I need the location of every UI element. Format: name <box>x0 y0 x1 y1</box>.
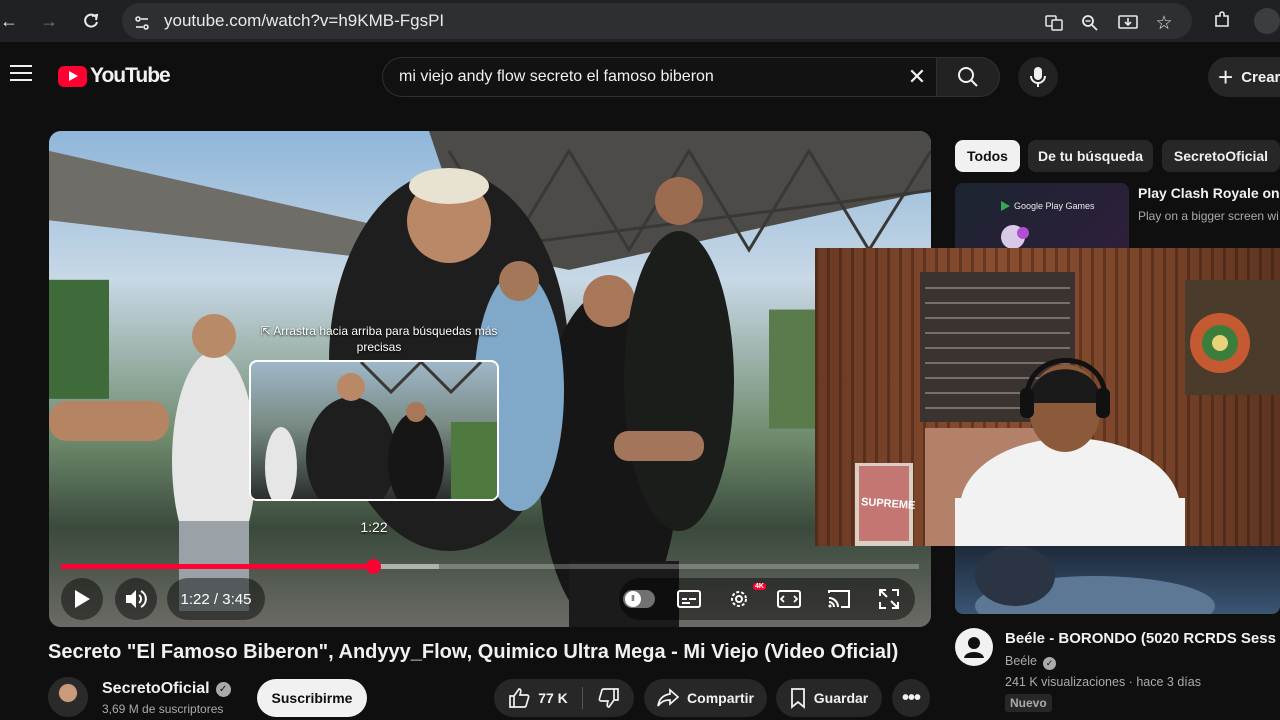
channel-avatar[interactable] <box>48 677 88 717</box>
quality-badge: 4K <box>753 583 766 590</box>
recommended-channel-name[interactable]: Beéle <box>1005 654 1037 668</box>
clear-search-icon[interactable]: ✕ <box>904 64 930 90</box>
ad-title[interactable]: Play Clash Royale on P <box>1138 185 1280 201</box>
fullscreen-icon[interactable] <box>877 587 901 611</box>
recommended-thumbnail-image <box>975 546 1215 614</box>
seek-preview-thumbnail <box>249 360 499 501</box>
browser-toolbar: ← → youtube.com/watch?v=h9KMB-FgsPI ☆ <box>0 0 1280 42</box>
chip-all[interactable]: Todos <box>955 140 1020 172</box>
more-dots-icon: ••• <box>901 686 921 709</box>
profile-avatar[interactable] <box>1254 8 1280 34</box>
subscribe-button[interactable]: Suscribirme <box>257 679 367 717</box>
more-actions-button[interactable]: ••• <box>892 679 930 717</box>
save-button[interactable]: Guardar <box>776 679 882 717</box>
zoom-icon[interactable] <box>1078 11 1102 35</box>
microphone-icon <box>1030 67 1046 87</box>
share-label: Compartir <box>687 690 754 706</box>
cast-icon[interactable] <box>827 587 851 611</box>
search-icon <box>958 67 978 87</box>
recommended-channel-avatar[interactable] <box>955 628 993 666</box>
theater-mode-icon[interactable] <box>777 587 801 611</box>
subtitles-icon[interactable] <box>677 587 701 611</box>
google-play-icon <box>1001 201 1010 211</box>
bookmark-star-icon[interactable]: ☆ <box>1152 11 1176 35</box>
subscriber-count: 3,69 M de suscriptores <box>102 702 224 716</box>
channel-logo-icon <box>964 637 984 658</box>
ad-description: Play on a bigger screen wi controls. Dow… <box>1138 209 1280 223</box>
share-icon <box>657 688 680 707</box>
preview-timestamp: 1:22 <box>360 519 388 535</box>
install-app-icon[interactable] <box>1116 11 1140 35</box>
webcam-overlay: SUPREME <box>815 248 1280 546</box>
youtube-play-icon <box>58 65 87 87</box>
google-play-games-label: Google Play Games <box>1001 201 1095 211</box>
recommended-thumbnail[interactable] <box>955 546 1280 614</box>
player-right-controls: 4K <box>619 578 915 620</box>
drag-hint-text: ⇱ Arrastra hacia arriba para búsquedas m… <box>260 324 498 354</box>
address-bar[interactable]: youtube.com/watch?v=h9KMB-FgsPI ☆ <box>122 3 1192 39</box>
video-title: Secreto "El Famoso Biberon", Andyyy_Flow… <box>48 641 899 663</box>
progress-fill <box>61 564 374 569</box>
bookmark-icon <box>790 688 805 709</box>
url-text[interactable]: youtube.com/watch?v=h9KMB-FgsPI <box>164 11 444 31</box>
youtube-header: YouTube mi viejo andy flow secreto el fa… <box>0 42 1280 112</box>
reload-icon[interactable] <box>78 8 104 34</box>
ad-brand: Google Play Games <box>1014 201 1095 211</box>
search-button[interactable] <box>936 57 1000 97</box>
site-settings-icon[interactable] <box>130 11 154 35</box>
volume-button[interactable] <box>115 578 157 620</box>
recommended-title[interactable]: Beéle - BORONDO (5020 RCRDS Sess <box>1005 630 1276 647</box>
extensions-icon[interactable] <box>1210 8 1234 32</box>
youtube-logo[interactable]: YouTube <box>58 64 171 88</box>
verified-check-icon: ✓ <box>1042 657 1056 670</box>
preview-image <box>265 362 497 499</box>
dislike-button[interactable] <box>583 679 634 717</box>
volume-icon <box>126 590 147 608</box>
search-query[interactable]: mi viejo andy flow secreto el famoso bib… <box>399 68 714 86</box>
channel-name[interactable]: SecretoOficial ✓ <box>102 680 231 698</box>
game-character-icon <box>1001 225 1029 249</box>
menu-icon[interactable] <box>10 65 32 83</box>
chip-channel[interactable]: SecretoOficial <box>1162 140 1280 172</box>
recommended-channel[interactable]: Beéle ✓ <box>1005 654 1056 670</box>
like-button[interactable]: 77 K <box>494 679 582 717</box>
verified-check-icon: ✓ <box>215 682 231 697</box>
thumbs-up-icon <box>509 688 530 708</box>
forward-icon[interactable]: → <box>36 8 62 34</box>
play-icon <box>75 590 90 608</box>
autoplay-toggle[interactable] <box>623 590 655 608</box>
share-button[interactable]: Compartir <box>644 679 767 717</box>
settings-gear-icon[interactable] <box>727 587 751 611</box>
like-dislike-group: 77 K <box>494 679 634 717</box>
new-badge: Nuevo <box>1005 694 1052 712</box>
video-player[interactable]: ⇱ Arrastra hacia arriba para búsquedas m… <box>49 131 931 627</box>
thumbs-down-icon <box>598 688 619 708</box>
ad-thumbnail[interactable]: Google Play Games <box>955 183 1129 249</box>
create-label: Crear <box>1241 68 1280 86</box>
channel-name-text[interactable]: SecretoOficial <box>102 680 210 697</box>
translate-icon[interactable] <box>1042 11 1066 35</box>
youtube-logo-text: YouTube <box>90 64 171 87</box>
create-button[interactable]: + Crear <box>1208 57 1280 97</box>
back-icon[interactable]: ← <box>0 8 22 34</box>
time-display: 1:22 / 3:45 <box>167 578 265 620</box>
recommended-stats: 241 K visualizaciones · hace 3 días <box>1005 675 1201 689</box>
voice-search-button[interactable] <box>1018 57 1058 97</box>
save-label: Guardar <box>813 690 869 706</box>
progress-bar[interactable] <box>61 559 919 574</box>
search-input[interactable]: mi viejo andy flow secreto el famoso bib… <box>382 57 936 97</box>
chip-from-search[interactable]: De tu búsqueda <box>1028 140 1153 172</box>
like-count: 77 K <box>538 690 568 706</box>
plus-icon: + <box>1218 62 1234 92</box>
play-button[interactable] <box>61 578 103 620</box>
